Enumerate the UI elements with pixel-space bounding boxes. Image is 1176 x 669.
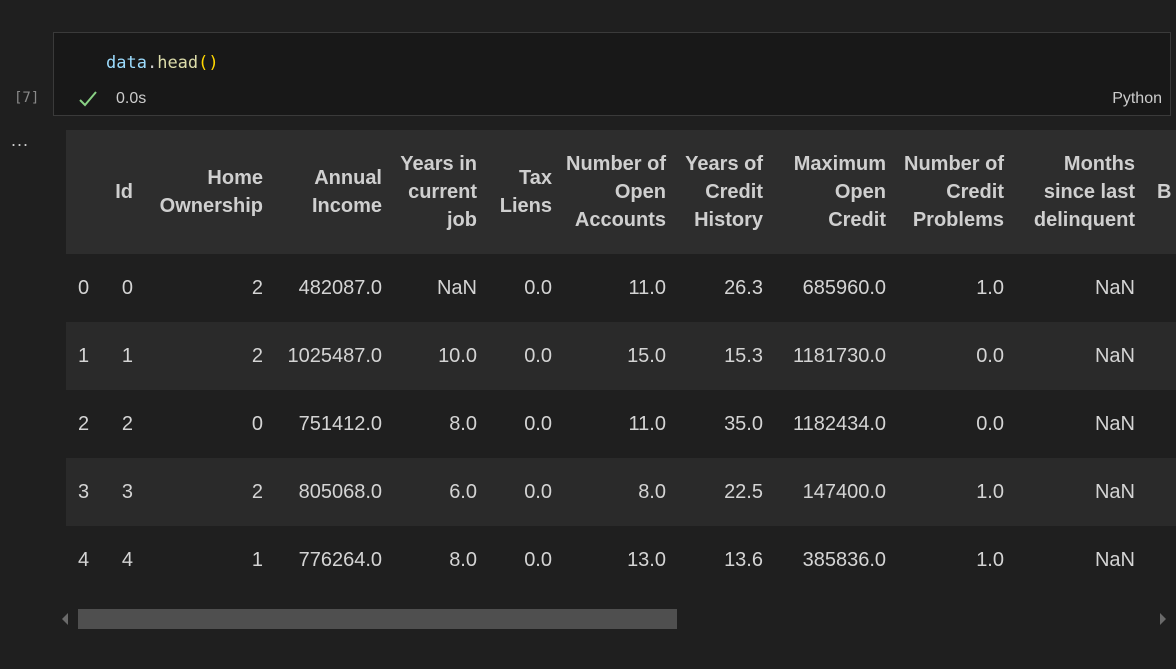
table-cell: 2 bbox=[103, 390, 143, 458]
code-editor[interactable]: data.head() bbox=[106, 53, 219, 73]
table-cell: 805068.0 bbox=[273, 458, 392, 526]
table-cell: 1.0 bbox=[896, 526, 1014, 594]
column-header: Home Ownership bbox=[143, 130, 273, 254]
table-cell: 0.0 bbox=[487, 526, 562, 594]
table-cell: 1.0 bbox=[896, 458, 1014, 526]
table-cell bbox=[1145, 390, 1176, 458]
table-cell: 0.0 bbox=[487, 322, 562, 390]
column-header: Annual Income bbox=[273, 130, 392, 254]
code-dot: . bbox=[146, 53, 158, 73]
row-index-cell: 1 bbox=[66, 322, 103, 390]
table-cell: 147400.0 bbox=[773, 458, 896, 526]
table-cell: 751412.0 bbox=[273, 390, 392, 458]
scroll-right-arrow-icon[interactable] bbox=[1160, 613, 1166, 625]
table-cell: 22.5 bbox=[676, 458, 773, 526]
table-cell: 8.0 bbox=[392, 390, 487, 458]
code-method: head bbox=[157, 53, 199, 73]
dataframe-table: Id Home Ownership Annual Income Years in… bbox=[66, 130, 1176, 594]
table-cell: 13.0 bbox=[562, 526, 676, 594]
table-cell: 1 bbox=[143, 526, 273, 594]
column-header: B bbox=[1145, 130, 1176, 254]
table-cell: 0.0 bbox=[896, 322, 1014, 390]
execution-duration: 0.0s bbox=[116, 90, 147, 107]
table-cell: 2 bbox=[143, 322, 273, 390]
output-more-actions-button[interactable]: ... bbox=[11, 131, 29, 149]
table-cell: 15.3 bbox=[676, 322, 773, 390]
table-cell: 1182434.0 bbox=[773, 390, 896, 458]
column-header: Months since last delinquent bbox=[1014, 130, 1145, 254]
code-parens: () bbox=[198, 53, 219, 73]
table-cell: 1 bbox=[103, 322, 143, 390]
table-cell: 2 bbox=[143, 458, 273, 526]
table-cell: 10.0 bbox=[392, 322, 487, 390]
table-row: 2 2 0 751412.0 8.0 0.0 11.0 35.0 1182434.0 0.0 NaN bbox=[66, 390, 1176, 458]
table-cell: 1181730.0 bbox=[773, 322, 896, 390]
table-cell: 0.0 bbox=[896, 390, 1014, 458]
table-cell: NaN bbox=[1014, 322, 1145, 390]
column-header: Years in current job bbox=[392, 130, 487, 254]
table-cell: 0 bbox=[143, 390, 273, 458]
table-cell: 1025487.0 bbox=[273, 322, 392, 390]
scrollbar-thumb[interactable] bbox=[78, 609, 677, 629]
table-row: 3 3 2 805068.0 6.0 0.0 8.0 22.5 147400.0 1.0 NaN bbox=[66, 458, 1176, 526]
table-cell: 11.0 bbox=[562, 254, 676, 322]
code-cell[interactable]: data.head() bbox=[53, 32, 1171, 116]
table-cell: 776264.0 bbox=[273, 526, 392, 594]
table-cell: 8.0 bbox=[562, 458, 676, 526]
table-cell: 35.0 bbox=[676, 390, 773, 458]
table-cell: 685960.0 bbox=[773, 254, 896, 322]
column-header: Id bbox=[103, 130, 143, 254]
row-index-cell: 2 bbox=[66, 390, 103, 458]
table-cell: NaN bbox=[392, 254, 487, 322]
table-cell: 385836.0 bbox=[773, 526, 896, 594]
column-header: Tax Liens bbox=[487, 130, 562, 254]
table-cell: 3 bbox=[103, 458, 143, 526]
table-cell bbox=[1145, 526, 1176, 594]
table-cell: NaN bbox=[1014, 390, 1145, 458]
column-header: Number of Open Accounts bbox=[562, 130, 676, 254]
column-header: Years of Credit History bbox=[676, 130, 773, 254]
row-index-cell: 0 bbox=[66, 254, 103, 322]
check-icon bbox=[79, 91, 97, 107]
column-header: Number of Credit Problems bbox=[896, 130, 1014, 254]
table-row: 0 0 2 482087.0 NaN 0.0 11.0 26.3 685960.0 1.0 NaN bbox=[66, 254, 1176, 322]
table-cell: 13.6 bbox=[676, 526, 773, 594]
execution-count: [7] bbox=[14, 90, 40, 106]
horizontal-scrollbar[interactable] bbox=[58, 607, 1170, 631]
table-row: 4 4 1 776264.0 8.0 0.0 13.0 13.6 385836.0 1.0 NaN bbox=[66, 526, 1176, 594]
table-cell: NaN bbox=[1014, 254, 1145, 322]
table-cell: 482087.0 bbox=[273, 254, 392, 322]
table-cell: 0.0 bbox=[487, 254, 562, 322]
table-cell: 15.0 bbox=[562, 322, 676, 390]
column-header: Maximum Open Credit bbox=[773, 130, 896, 254]
table-cell: 8.0 bbox=[392, 526, 487, 594]
table-cell: 0 bbox=[103, 254, 143, 322]
table-cell: 0.0 bbox=[487, 390, 562, 458]
table-cell: 2 bbox=[143, 254, 273, 322]
table-cell: NaN bbox=[1014, 526, 1145, 594]
table-cell: 6.0 bbox=[392, 458, 487, 526]
table-cell: 0.0 bbox=[487, 458, 562, 526]
table-row: 1 1 2 1025487.0 10.0 0.0 15.0 15.3 1181730.0 0.0 N… bbox=[66, 322, 1176, 390]
table-cell: 11.0 bbox=[562, 390, 676, 458]
table-cell bbox=[1145, 254, 1176, 322]
table-cell bbox=[1145, 458, 1176, 526]
table-cell: 26.3 bbox=[676, 254, 773, 322]
table-cell: 4 bbox=[103, 526, 143, 594]
code-object: data bbox=[106, 53, 147, 73]
table-header-row: Id Home Ownership Annual Income Years in… bbox=[66, 130, 1176, 254]
table-cell: 1.0 bbox=[896, 254, 1014, 322]
table-cell: NaN bbox=[1014, 458, 1145, 526]
dataframe-output: Id Home Ownership Annual Income Years in… bbox=[66, 130, 1176, 594]
row-index-cell: 3 bbox=[66, 458, 103, 526]
row-index-cell: 4 bbox=[66, 526, 103, 594]
column-header bbox=[66, 130, 103, 254]
cell-language-label[interactable]: Python bbox=[1112, 90, 1162, 108]
scroll-left-arrow-icon[interactable] bbox=[62, 613, 68, 625]
table-cell bbox=[1145, 322, 1176, 390]
